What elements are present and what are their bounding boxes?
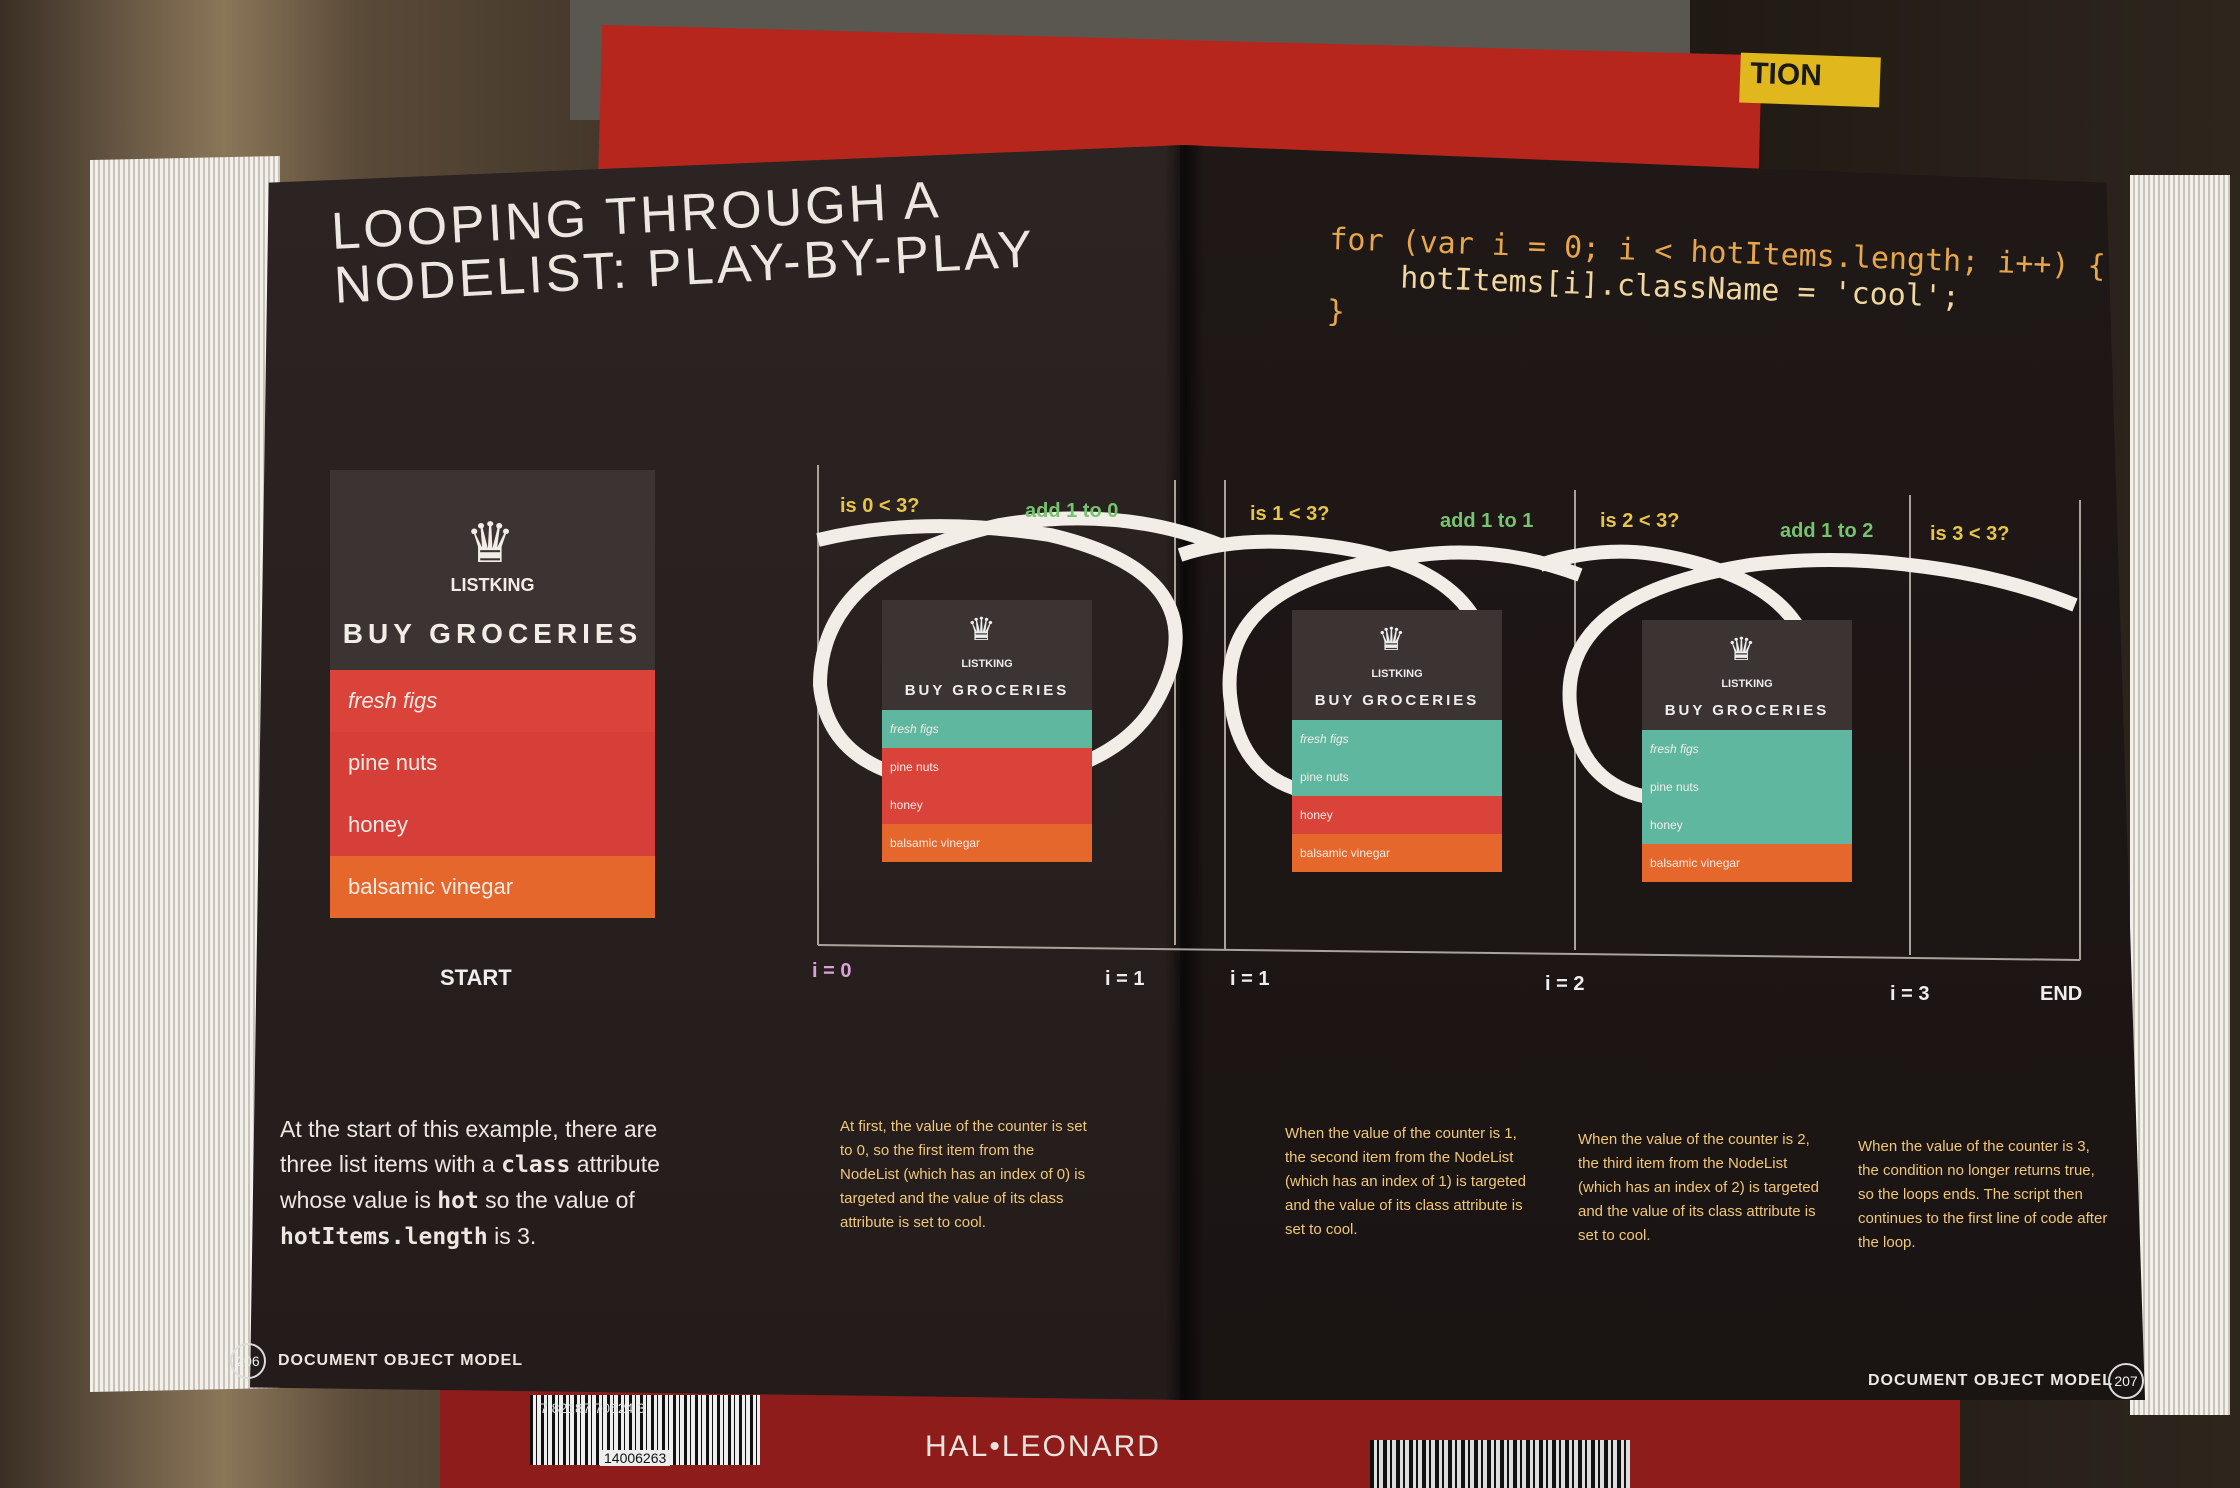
page-edges-right: [2130, 175, 2230, 1415]
start-label: START: [440, 965, 512, 990]
publisher-logo: HAL•LEONARD: [925, 1430, 1161, 1463]
list-item: fresh figs: [1642, 730, 1852, 768]
mini-card-header: ♛ LISTKING BUY GROCERIES: [882, 600, 1092, 710]
listking-card: ♛ LISTKING BUY GROCERIES fresh figs pine…: [330, 470, 655, 930]
list-item: honey: [1292, 796, 1502, 834]
condition-label: is 0 < 3?: [840, 495, 920, 517]
intro-code: hotItems.length: [280, 1224, 488, 1250]
lion-icon: ♛: [967, 611, 996, 647]
intro-text: is 3.: [487, 1223, 537, 1249]
list-item: fresh figs: [330, 670, 655, 732]
page-number-left: 206: [230, 1343, 266, 1379]
mini-brand: LISTKING: [1371, 668, 1423, 680]
caption-step-1: At first, the value of the counter is se…: [840, 1118, 1087, 1231]
mini-card-2: ♛ LISTKING BUY GROCERIES fresh figs pine…: [1292, 610, 1502, 872]
footer-right: DOCUMENT OBJECT MODEL: [1868, 1372, 2113, 1389]
background-book-label: TION: [1739, 52, 1881, 108]
mini-heading: BUY GROCERIES: [1664, 702, 1830, 719]
mini-card-header: ♛ LISTKING BUY GROCERIES: [1642, 620, 1852, 730]
lion-icon: ♛: [1377, 621, 1406, 657]
page-number-right: 207: [2108, 1363, 2144, 1399]
mini-brand: LISTKING: [961, 658, 1013, 670]
page-edges-left: [90, 156, 280, 1392]
counter-label: i = 2: [1545, 973, 1584, 995]
list-item: pine nuts: [330, 732, 655, 794]
card-brand: LISTKING: [450, 575, 535, 595]
condition-label: is 1 < 3?: [1250, 503, 1330, 525]
increment-label: add 1 to 1: [1440, 510, 1533, 532]
list-item: pine nuts: [1292, 758, 1502, 796]
end-label: END: [2040, 983, 2082, 1005]
caption-step-3: When the value of the counter is 2, the …: [1578, 1131, 1819, 1244]
barcode-2: [1370, 1440, 1630, 1488]
barcode-number: 14006263: [600, 1450, 671, 1466]
list-item: honey: [882, 786, 1092, 824]
card-heading: BUY GROCERIES: [342, 618, 643, 649]
list-item: balsamic vinegar: [1292, 834, 1502, 872]
caption-step-2: When the value of the counter is 1, the …: [1285, 1125, 1526, 1238]
barcode-digits: 7 82187 70624 3: [540, 1400, 646, 1416]
list-item: balsamic vinegar: [882, 824, 1092, 862]
counter-label: i = 3: [1890, 983, 1929, 1005]
caption-step-4: When the value of the counter is 3, the …: [1858, 1138, 2108, 1251]
condition-label: is 2 < 3?: [1600, 510, 1680, 532]
list-item: fresh figs: [882, 710, 1092, 748]
lion-icon: ♛: [465, 511, 516, 574]
counter-label: i = 1: [1105, 968, 1144, 990]
mini-heading: BUY GROCERIES: [1314, 692, 1480, 709]
mini-heading: BUY GROCERIES: [904, 682, 1070, 699]
increment-label: add 1 to 0: [1025, 500, 1118, 522]
list-item: balsamic vinegar: [330, 856, 655, 918]
increment-label: add 1 to 2: [1780, 520, 1873, 542]
list-item: honey: [1642, 806, 1852, 844]
list-item: honey: [330, 794, 655, 856]
intro-text: so the value of: [478, 1187, 635, 1213]
card-header: ♛ LISTKING BUY GROCERIES: [330, 470, 655, 670]
footer-left: DOCUMENT OBJECT MODEL: [278, 1352, 523, 1369]
list-item: pine nuts: [882, 748, 1092, 786]
counter-label: i = 1: [1230, 968, 1269, 990]
intro-paragraph: At the start of this example, there are …: [280, 1112, 680, 1255]
list-item: fresh figs: [1292, 720, 1502, 758]
counter-label: i = 0: [812, 960, 851, 982]
mini-card-header: ♛ LISTKING BUY GROCERIES: [1292, 610, 1502, 720]
list-item: balsamic vinegar: [1642, 844, 1852, 882]
condition-label: is 3 < 3?: [1930, 523, 2010, 545]
lion-icon: ♛: [1727, 631, 1756, 667]
intro-code: class: [501, 1152, 571, 1178]
mini-card-3: ♛ LISTKING BUY GROCERIES fresh figs pine…: [1642, 620, 1852, 882]
intro-code: hot: [437, 1188, 479, 1214]
list-item: pine nuts: [1642, 768, 1852, 806]
mini-brand: LISTKING: [1721, 678, 1773, 690]
mini-card-1: ♛ LISTKING BUY GROCERIES fresh figs pine…: [882, 600, 1092, 862]
